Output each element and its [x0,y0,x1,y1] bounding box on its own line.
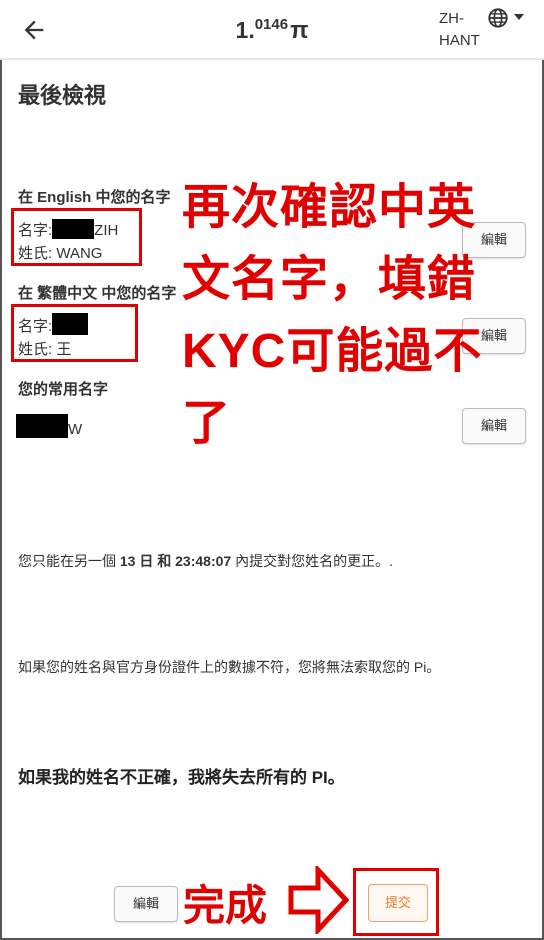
mismatch-notice: 如果您的姓名與官方身份證件上的數據不符，您將無法索取您的 Pi。 [18,659,441,675]
common-name-visible: W [68,421,83,438]
footer-edit-button[interactable]: 編輯 [114,886,178,922]
balance-fraction: 0146 [254,16,289,33]
english-name-label: 在 English 中您的名字 [18,189,171,206]
name-warning: 如果我的姓名不正確，我將失去所有的 PI。 [18,768,345,787]
annotation-overlay-text: 再次確認中英 文名字，填錯 KYC可能過不 了 [182,172,482,460]
redaction-block [16,414,68,438]
redaction-block [52,219,95,239]
notice-prefix: 您只能在另一個 [18,553,120,569]
last-name-value: WANG [56,245,103,262]
top-bar: 1.0146π ZH-HANT [0,0,544,60]
notice-days: 13 日 [119,553,154,569]
common-name-label: 您的常用名字 [18,381,109,398]
chinese-last-name: 姓氏: 王 [18,338,71,359]
language-dropdown-caret-icon[interactable] [514,14,524,20]
common-name-value: W [16,414,82,438]
last-name-value: 王 [56,341,72,358]
english-first-name: 名字: ZIH [18,219,118,240]
first-name-visible: ZIH [94,222,119,239]
annotation-line: 了 [182,397,232,450]
annotation-line: 再次確認中英 [182,181,477,234]
notice-time: 23:48:07 [175,553,232,569]
english-last-name: 姓氏: WANG [18,242,102,263]
first-name-label: 名字: [18,318,53,335]
chinese-first-name: 名字: [18,313,89,336]
screen-frame [0,0,544,940]
language-code[interactable]: ZH-HANT [439,8,489,52]
submit-button[interactable]: 提交 [368,884,428,922]
balance-integer: 1. [235,17,255,43]
notice-and: 和 [153,553,176,569]
pi-symbol: π [290,17,309,44]
annotation-line: 文名字，填錯 [182,253,477,306]
last-name-label: 姓氏: [18,341,53,358]
first-name-label: 名字: [18,222,53,239]
redaction-block [52,313,89,335]
page-title: 最後檢視 [18,83,107,108]
last-name-label: 姓氏: [18,245,53,262]
annotation-line: KYC可能過不 [182,325,483,378]
chinese-name-label: 在 繁體中文 中您的名字 [18,285,177,302]
correction-time-notice: 您只能在另一個 13 日 和 23:48:07 內提交對您姓名的更正。. [18,551,528,571]
globe-icon[interactable] [487,7,509,29]
annotation-done-text: 完成 [183,882,268,929]
annotation-arrow-icon [288,866,350,934]
notice-suffix: 內提交對您姓名的更正。. [231,553,393,569]
